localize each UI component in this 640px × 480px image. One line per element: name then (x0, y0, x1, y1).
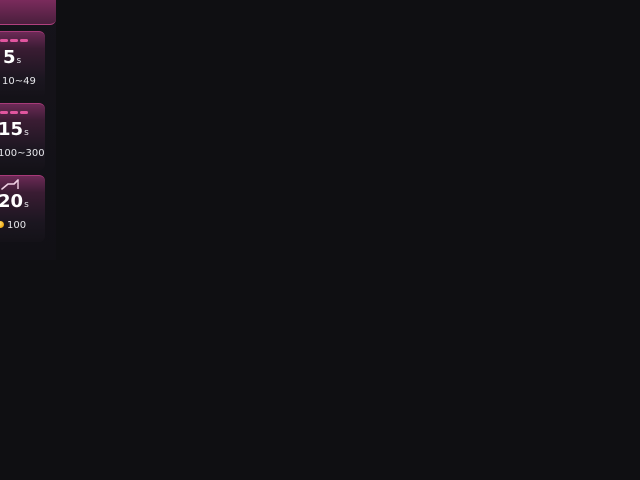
time-unit: s (16, 56, 22, 66)
timer-value: 20s (0, 192, 29, 215)
range-label: 100~300 (0, 148, 45, 159)
coin-icon (0, 221, 4, 228)
dash-icon (20, 39, 28, 42)
time-number: 20 (0, 191, 24, 212)
trend-up-icon (1, 179, 19, 190)
reward-label: 100 (0, 220, 26, 232)
dash-icon (0, 39, 8, 42)
time-number: 5 (3, 47, 16, 68)
range-label: 10~49 (2, 76, 36, 87)
timer-card-1[interactable]: 5s 10~49 (0, 31, 45, 98)
dash-icon (10, 111, 18, 114)
reward-value: 100 (7, 220, 27, 231)
panel-header[interactable]: ⋲ (0, 0, 56, 25)
dash-icon (20, 111, 28, 114)
dash-icon (0, 111, 8, 114)
dash-icon (10, 39, 18, 42)
time-unit: s (24, 200, 29, 210)
time-unit: s (24, 128, 29, 138)
timer-value: 5s (3, 48, 21, 71)
timer-value: 15s (0, 120, 29, 143)
timer-card-3[interactable]: 20s 100 (0, 175, 45, 242)
timer-card-2[interactable]: 15s 100~300 (0, 103, 45, 170)
time-number: 15 (0, 119, 24, 140)
game-screen: ⋲ 5s 10~49 15s 100~300 20s 100 (0, 0, 640, 480)
